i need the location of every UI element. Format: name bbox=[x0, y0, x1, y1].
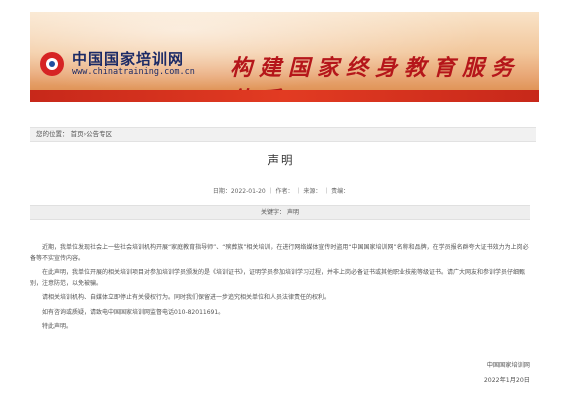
keywords-bar: 关键字： 声明 bbox=[30, 205, 530, 220]
signature-date: 2022年1月20日 bbox=[483, 377, 530, 384]
paragraph: 在此声明，我单位开展的相关培训项目对参加培训学员颁发的是《培训证书》，证明学员参… bbox=[30, 269, 526, 287]
page-title: 声明 bbox=[267, 153, 295, 167]
signature-org: 中国国家培训网 bbox=[486, 362, 530, 369]
logo-icon[interactable] bbox=[40, 52, 64, 76]
banner-red-bar bbox=[30, 90, 539, 102]
logo-url: www.chinatraining.com.cn bbox=[72, 67, 195, 77]
paragraph: 特此声明。 bbox=[42, 323, 73, 330]
article-content: 近期，我单位发现社会上一些社会培训机构开展“家庭教育指导师”、“殡葬族”相关培训… bbox=[30, 243, 530, 337]
paragraph: 近期，我单位发现社会上一些社会培训机构开展“家庭教育指导师”、“殡葬族”相关培训… bbox=[30, 244, 529, 262]
logo-title[interactable]: 中国国家培训网 bbox=[72, 48, 184, 69]
breadcrumb[interactable]: 您的位置： 首页›公告专区 bbox=[30, 127, 536, 142]
paragraph: 如有咨询或质疑，请致电中国国家培训网监督电话010-82011691。 bbox=[42, 308, 225, 316]
header-banner: 中国国家培训网 www.chinatraining.com.cn 构建国家终身教… bbox=[30, 12, 539, 102]
article-meta: 日期：2022-01-20 ｜ 作者： ｜ 来源： ｜ 责编： bbox=[212, 188, 350, 195]
paragraph: 请相关培训机构、自媒体立即停止有关侵权行为。同时我们保留进一步追究相关单位和人员… bbox=[42, 294, 331, 301]
